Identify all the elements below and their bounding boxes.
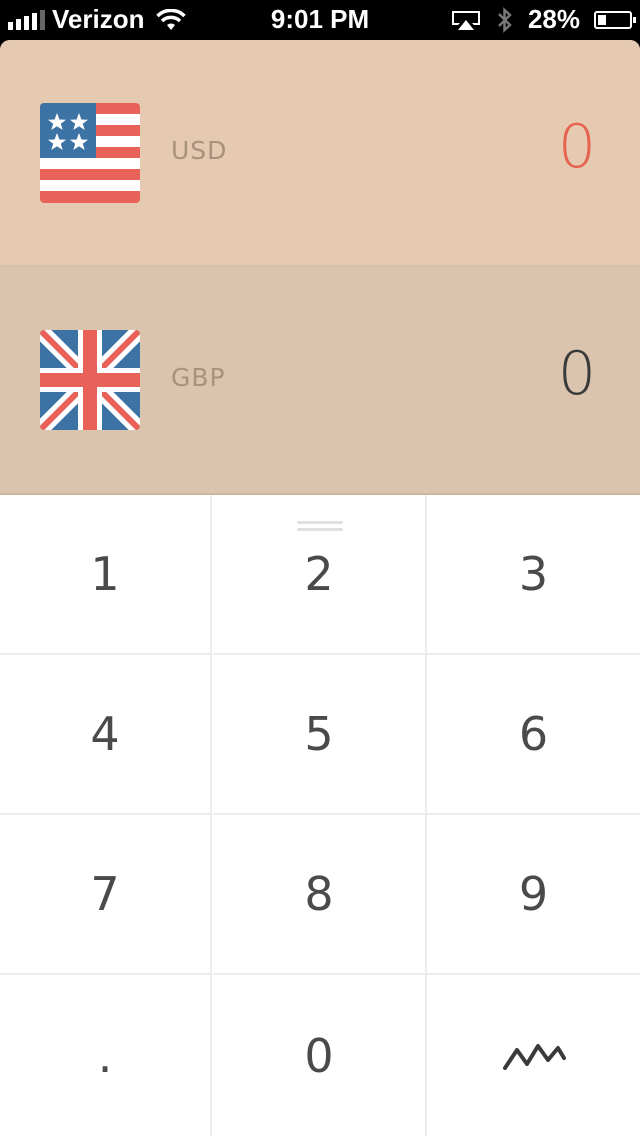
chart-line-icon — [502, 1043, 566, 1070]
key-decimal[interactable]: . — [0, 975, 212, 1136]
key-1[interactable]: 1 — [0, 495, 212, 655]
key-3[interactable]: 3 — [427, 495, 640, 655]
airplay-icon — [451, 10, 480, 30]
status-bar: Verizon 9:01 PM 28% — [0, 0, 640, 40]
us-flag-icon — [40, 103, 140, 203]
uk-flag-icon — [40, 330, 140, 430]
key-9[interactable]: 9 — [427, 815, 640, 975]
bluetooth-icon — [498, 6, 512, 33]
currency-row-usd[interactable]: USD 0 — [0, 40, 640, 267]
currency-code: USD — [171, 136, 228, 165]
key-4[interactable]: 4 — [0, 655, 212, 815]
keypad: 1 2 3 4 5 6 7 8 9 . 0 — [0, 495, 640, 1136]
chart-button[interactable] — [427, 975, 640, 1136]
status-right: 28% — [450, 4, 636, 35]
currency-amount: 0 — [557, 339, 596, 409]
currency-code: GBP — [171, 363, 226, 392]
battery-icon — [594, 10, 636, 29]
key-8[interactable]: 8 — [213, 815, 427, 975]
key-0[interactable]: 0 — [213, 975, 427, 1136]
battery-percent: 28% — [527, 4, 580, 34]
currency-amount: 0 — [557, 112, 596, 182]
key-7[interactable]: 7 — [0, 815, 212, 975]
key-5[interactable]: 5 — [213, 655, 427, 815]
key-6[interactable]: 6 — [427, 655, 640, 815]
currency-row-gbp[interactable]: GBP 0 — [0, 267, 640, 495]
key-2[interactable]: 2 — [213, 495, 427, 655]
converter-app: USD 0 GBP 0 1 2 3 4 5 6 7 8 9 . 0 — [0, 40, 640, 1136]
